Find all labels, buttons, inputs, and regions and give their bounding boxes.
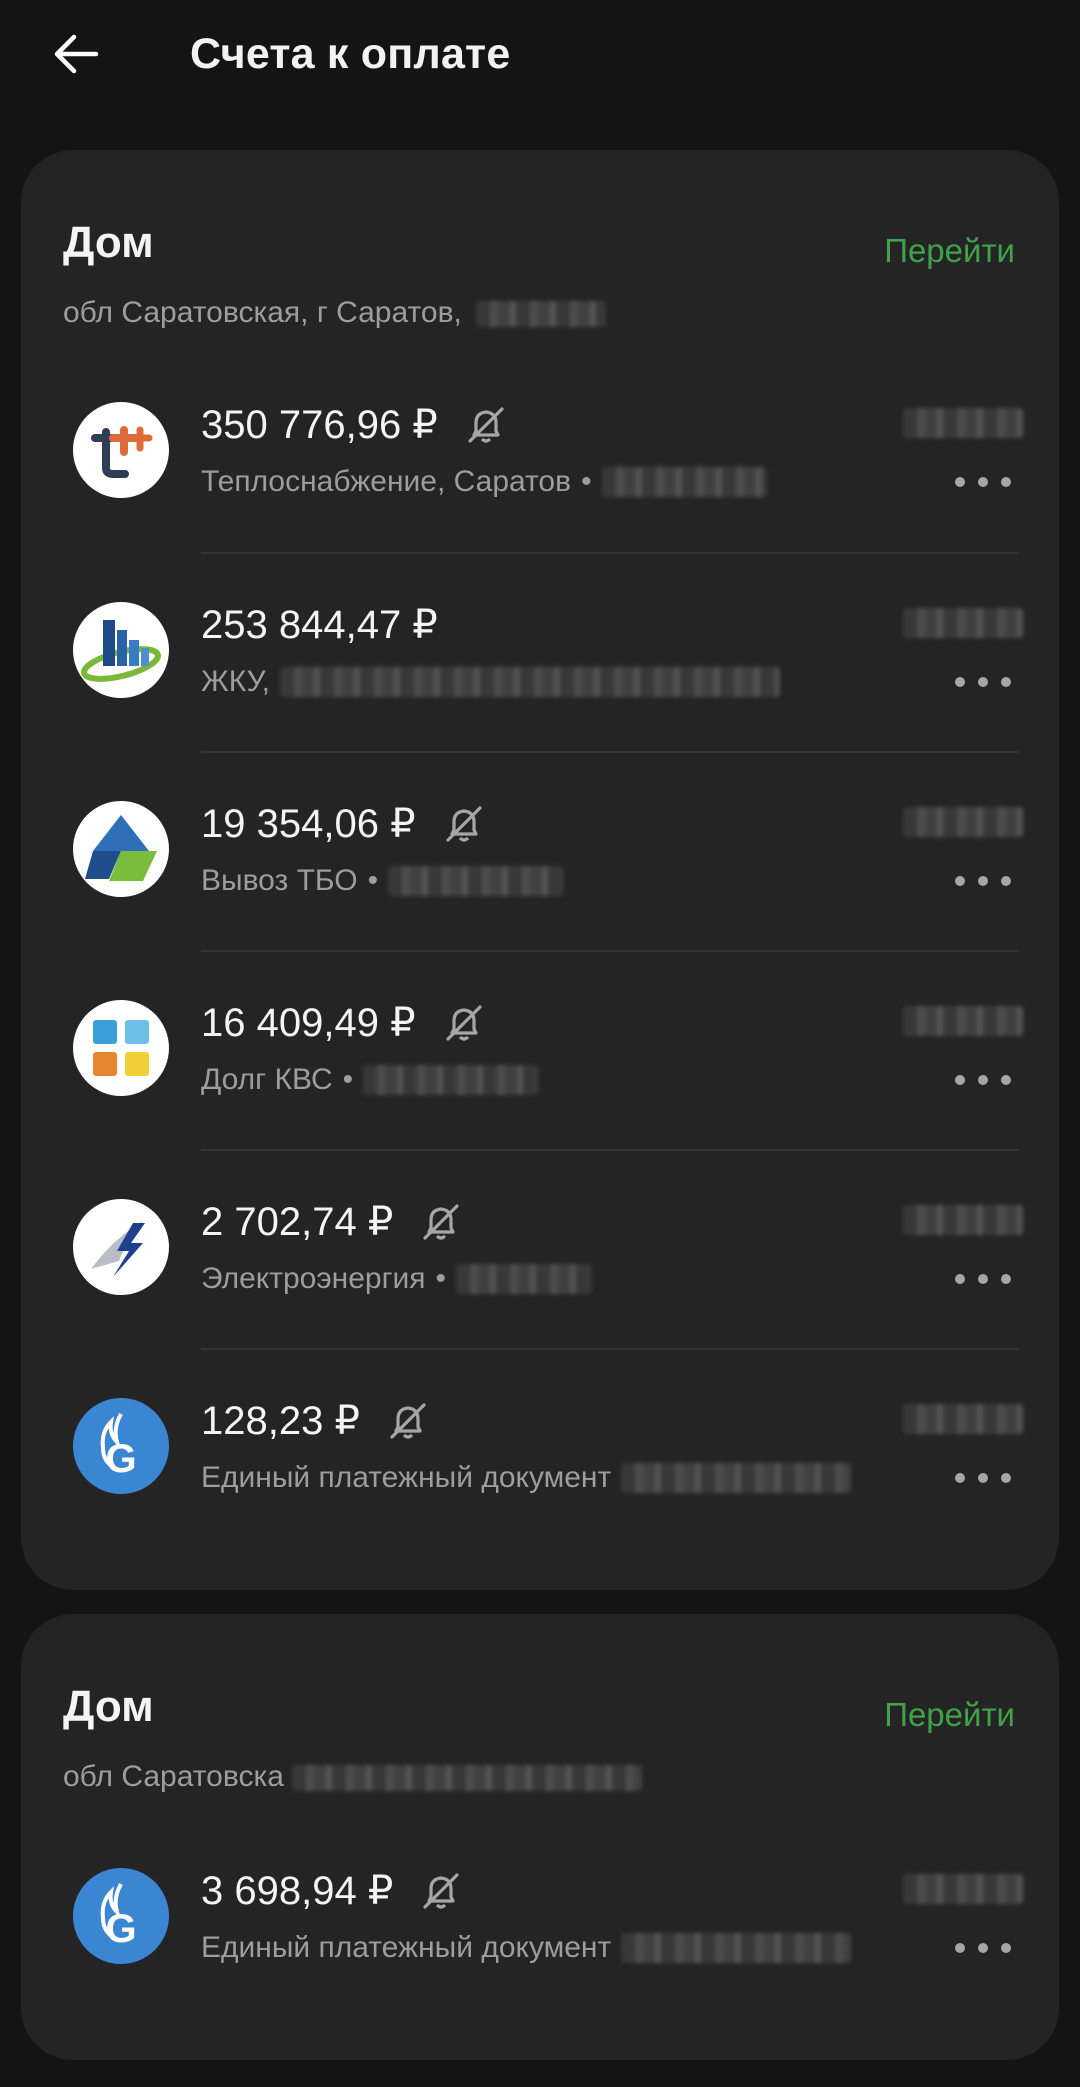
bill-subtitle: Долг КВС • <box>201 1060 539 1100</box>
zhku-logo-icon <box>73 602 169 698</box>
bill-amount: 19 354,06 ₽ <box>201 802 416 846</box>
card-header: Дом Перейти обл Саратовская, г Саратов, <box>63 150 1015 350</box>
bill-item[interactable]: 2 702,74 ₽ Электроэнергия • <box>21 1147 1059 1346</box>
more-menu-button[interactable] <box>955 1261 1011 1297</box>
arrow-left-icon <box>54 34 99 74</box>
go-to-link[interactable]: Перейти <box>884 1696 1015 1734</box>
bill-item[interactable]: 350 776,96 ₽ Теплоснабжение, Саратов • <box>21 350 1059 549</box>
bill-item[interactable]: 253 844,47 ₽ ЖКУ, <box>21 550 1059 749</box>
bill-description: Теплоснабжение, Саратов <box>201 465 572 498</box>
card-address: обл Саратовская, г Саратов, <box>63 296 607 330</box>
go-to-link[interactable]: Перейти <box>884 232 1015 270</box>
more-menu-button[interactable] <box>955 1460 1011 1496</box>
separator-dot: • <box>342 1063 354 1096</box>
bill-item[interactable]: G 128,23 ₽ Единый платежный документ <box>21 1346 1059 1545</box>
redacted-text <box>621 1463 852 1493</box>
gazprom-logo-icon: G <box>73 1398 169 1494</box>
bill-amount-row: 350 776,96 ₽ <box>201 400 508 450</box>
bell-off-icon <box>419 1869 463 1913</box>
bell-off-icon <box>386 1399 430 1443</box>
bill-amount-row: 3 698,94 ₽ <box>201 1866 463 1916</box>
redacted-date <box>903 1006 1023 1036</box>
bell-off-icon <box>419 1200 463 1244</box>
more-menu-button[interactable] <box>955 664 1011 700</box>
redacted-text <box>292 1765 643 1792</box>
bill-amount: 3 698,94 ₽ <box>201 1869 394 1913</box>
redacted-date <box>903 608 1023 638</box>
bill-description: ЖКУ, <box>201 665 270 698</box>
bill-subtitle: Единый платежный документ <box>201 1458 852 1498</box>
redacted-date <box>903 1404 1023 1434</box>
top-app-bar: Счета к оплате <box>0 0 1080 110</box>
bill-description: Вывоз ТБО <box>201 864 358 897</box>
redacted-text <box>621 1933 852 1963</box>
page-title: Счета к оплате <box>190 30 511 78</box>
bill-amount-row: 19 354,06 ₽ <box>201 799 486 849</box>
bell-off-icon <box>464 403 508 447</box>
bill-item[interactable]: 19 354,06 ₽ Вывоз ТБО • <box>21 749 1059 948</box>
bill-description: Долг КВС <box>201 1063 333 1096</box>
bill-description: Единый платежный документ <box>201 1931 612 1964</box>
redacted-text <box>363 1065 539 1095</box>
card-header: Дом Перейти обл Саратовска <box>63 1614 1015 1814</box>
more-menu-button[interactable] <box>955 1062 1011 1098</box>
bell-off-icon <box>442 1001 486 1045</box>
bill-subtitle: Теплоснабжение, Саратов • <box>201 462 767 502</box>
card-title: Дом <box>63 218 154 267</box>
gazprom-logo-icon: G <box>73 1868 169 1964</box>
bill-amount: 128,23 ₽ <box>201 1399 360 1443</box>
bill-item[interactable]: G 3 698,94 ₽ Единый платежный документ <box>21 1816 1059 2015</box>
redacted-date <box>903 807 1023 837</box>
teplo-logo-icon <box>73 402 169 498</box>
bill-subtitle: ЖКУ, <box>201 662 780 702</box>
tbo-logo-icon <box>73 801 169 897</box>
address-card: Дом Перейти обл Саратовска G 3 698,94 ₽ … <box>21 1614 1059 2060</box>
bill-subtitle: Электроэнергия • <box>201 1259 592 1299</box>
bill-amount: 16 409,49 ₽ <box>201 1001 416 1045</box>
separator-dot: • <box>435 1262 447 1295</box>
redacted-text <box>601 467 767 497</box>
bill-description: Единый платежный документ <box>201 1461 612 1494</box>
bill-subtitle: Единый платежный документ <box>201 1928 852 1968</box>
address-card: Дом Перейти обл Саратовская, г Саратов, … <box>21 150 1059 1590</box>
bill-amount-row: 128,23 ₽ <box>201 1396 430 1446</box>
more-menu-button[interactable] <box>955 1930 1011 1966</box>
more-menu-button[interactable] <box>955 863 1011 899</box>
address-text: обл Саратовская, г Саратов, <box>63 296 462 329</box>
redacted-date <box>903 408 1023 438</box>
electricity-logo-icon <box>73 1199 169 1295</box>
more-menu-button[interactable] <box>955 464 1011 500</box>
card-address: обл Саратовска <box>63 1760 643 1794</box>
address-text: обл Саратовска <box>63 1760 284 1793</box>
redacted-date <box>903 1205 1023 1235</box>
svg-text:G: G <box>105 1437 136 1481</box>
redacted-text <box>456 1264 592 1294</box>
bill-amount: 2 702,74 ₽ <box>201 1200 394 1244</box>
svg-text:G: G <box>105 1907 136 1951</box>
redacted-text <box>279 667 780 697</box>
bill-subtitle: Вывоз ТБО • <box>201 861 564 901</box>
redacted-text <box>388 866 564 896</box>
redacted-text <box>476 301 607 328</box>
kvs-logo-icon <box>73 1000 169 1096</box>
bill-amount-row: 253 844,47 ₽ <box>201 600 438 650</box>
bill-item[interactable]: 16 409,49 ₽ Долг КВС • <box>21 948 1059 1147</box>
redacted-date <box>903 1874 1023 1904</box>
separator-dot: • <box>367 864 379 897</box>
bill-amount: 253 844,47 ₽ <box>201 603 438 647</box>
bill-amount: 350 776,96 ₽ <box>201 403 438 447</box>
card-title: Дом <box>63 1682 154 1731</box>
bell-off-icon <box>442 802 486 846</box>
bill-amount-row: 2 702,74 ₽ <box>201 1197 463 1247</box>
bill-description: Электроэнергия <box>201 1262 426 1295</box>
back-button[interactable] <box>44 22 108 86</box>
separator-dot: • <box>581 465 592 498</box>
bill-amount-row: 16 409,49 ₽ <box>201 998 486 1048</box>
